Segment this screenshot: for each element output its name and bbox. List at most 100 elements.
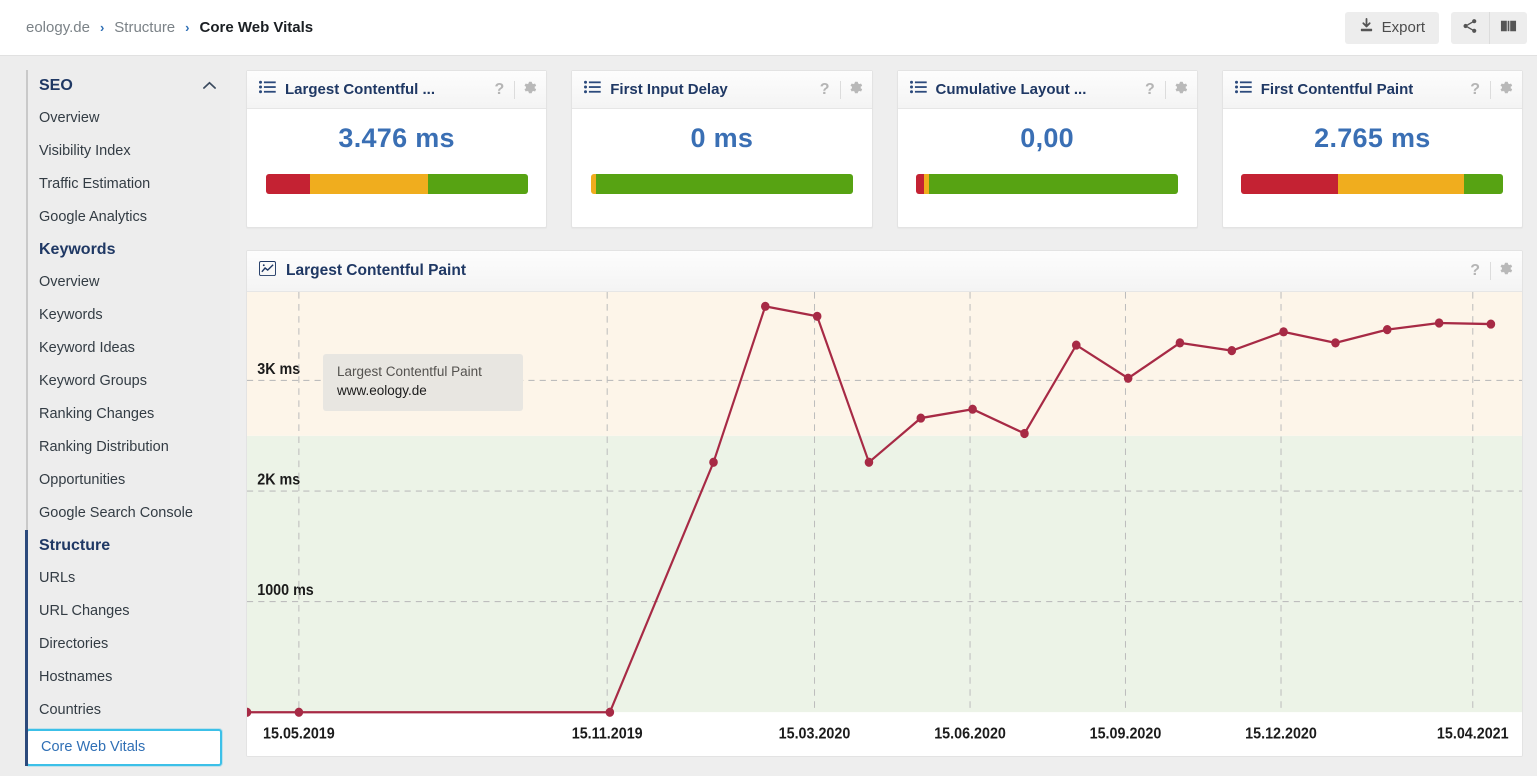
legend-domain-label: www.eology.de	[337, 383, 427, 398]
chart-data-point[interactable]	[968, 404, 977, 414]
metric-card: First Input Delay? 0 ms	[571, 70, 873, 228]
question-icon[interactable]: ?	[1466, 262, 1484, 280]
sidebar-group-header-structure[interactable]: Structure	[0, 530, 230, 562]
main-content: Largest Contentful ...? 3.476 ms First Inp…	[230, 56, 1537, 776]
breadcrumb: eology.de › Structure › Core Web Vitals	[26, 19, 313, 36]
chart-data-point[interactable]	[916, 413, 926, 423]
sidebar-group-indent	[26, 234, 28, 530]
chart-data-point[interactable]	[1227, 346, 1237, 356]
chart-data-point[interactable]	[1331, 338, 1340, 348]
bar-segment	[1464, 174, 1504, 194]
sidebar-item-traffic-estimation[interactable]: Traffic Estimation	[0, 168, 230, 201]
chart-data-point[interactable]	[864, 457, 874, 467]
metric-card-tools: ?	[1466, 79, 1514, 101]
metric-card-row: Largest Contentful ...? 3.476 ms First Inp…	[246, 70, 1523, 228]
sidebar-group-header-seo[interactable]: SEO	[0, 70, 230, 102]
sidebar-item-google-search-console[interactable]: Google Search Console	[0, 497, 230, 530]
breadcrumb-item-site[interactable]: eology.de	[26, 19, 90, 36]
sidebar-group-seo: SEO Overview Visibility Index Traffic Estim…	[0, 70, 230, 234]
chart-data-point[interactable]	[1175, 338, 1185, 348]
metric-card-tools: ?	[816, 79, 864, 101]
metric-value: 3.476 ms	[338, 123, 455, 153]
sidebar-group-label: Keywords	[39, 241, 116, 258]
export-label: Export	[1381, 19, 1425, 36]
sidebar-item-keyword-ideas[interactable]: Keyword Ideas	[0, 332, 230, 365]
gear-icon[interactable]	[1497, 79, 1514, 101]
metric-card: Largest Contentful ...? 3.476 ms	[246, 70, 548, 228]
sidebar-group-header-keywords[interactable]: Keywords	[0, 234, 230, 266]
gear-icon[interactable]	[1172, 79, 1189, 101]
chart-panel-header: Largest Contentful Paint ?	[247, 251, 1522, 292]
bar-segment	[1338, 174, 1465, 194]
breadcrumb-item-structure[interactable]: Structure	[114, 19, 175, 36]
metric-card: First Contentful Paint? 2.765 ms	[1221, 70, 1523, 228]
chart-data-point[interactable]	[1071, 340, 1081, 350]
chart-data-point[interactable]	[605, 707, 615, 717]
divider	[1490, 80, 1491, 99]
sidebar-group-structure: Structure URLs URL Changes Directories Hostn…	[0, 530, 230, 766]
chart-data-point[interactable]	[812, 311, 822, 321]
metric-card-title: Cumulative Layout ...	[935, 81, 1087, 98]
chart-data-point[interactable]	[760, 301, 770, 311]
export-button[interactable]: Export	[1344, 11, 1439, 44]
sidebar-item-opportunities[interactable]: Opportunities	[0, 464, 230, 497]
sidebar-item-ranking-changes[interactable]: Ranking Changes	[0, 398, 230, 431]
chart-plot-area[interactable]: 1000 ms 2K ms 3K ms 15.05.2019 15.11.2019 15.…	[247, 292, 1522, 756]
sidebar-group-indent	[26, 70, 28, 234]
chart-data-point[interactable]	[1486, 319, 1496, 329]
chart-data-point[interactable]	[294, 707, 304, 717]
metric-card-body: 3.476 ms	[247, 109, 546, 227]
chart-xtick-label: 15.12.2020	[1245, 726, 1317, 743]
question-icon[interactable]: ?	[1466, 81, 1484, 99]
manual-button[interactable]	[1489, 11, 1527, 44]
chart-data-point[interactable]	[1434, 318, 1444, 328]
metric-distribution-bar	[590, 174, 853, 194]
sidebar-item-ranking-distribution[interactable]: Ranking Distribution	[0, 431, 230, 464]
chart-data-point[interactable]	[1279, 327, 1288, 337]
sidebar-group-label: Structure	[39, 537, 111, 554]
sidebar-item-countries[interactable]: Countries	[0, 694, 230, 727]
sidebar-item-directories[interactable]: Directories	[0, 628, 230, 661]
sidebar-item-overview[interactable]: Overview	[0, 102, 230, 135]
metric-distribution-bar	[916, 174, 1179, 194]
sidebar-group-keywords: Keywords Overview Keywords Keyword Ideas Key…	[0, 234, 230, 530]
chart-xtick-label: 15.11.2019	[572, 726, 643, 743]
sidebar-item-visibility-index[interactable]: Visibility Index	[0, 135, 230, 168]
chart-xtick-label: 15.05.2019	[263, 726, 335, 743]
chart-data-point[interactable]	[709, 457, 718, 467]
metric-distribution-bar	[265, 174, 528, 194]
sidebar-item-keyword-groups[interactable]: Keyword Groups	[0, 365, 230, 398]
metric-card-tools: ?	[490, 79, 538, 101]
metric-card-header: First Contentful Paint?	[1222, 71, 1522, 109]
metric-card-title: Largest Contentful ...	[285, 81, 435, 98]
sidebar-item-overview[interactable]: Overview	[0, 266, 230, 299]
sidebar-item-url-changes[interactable]: URL Changes	[0, 595, 230, 628]
chart-xtick-label: 15.09.2020	[1090, 726, 1162, 743]
bar-segment	[428, 174, 528, 194]
divider	[1164, 80, 1166, 99]
gear-icon[interactable]	[1497, 260, 1514, 282]
sidebar-item-keywords[interactable]: Keywords	[0, 299, 230, 332]
chart-data-point[interactable]	[1123, 373, 1133, 383]
question-icon[interactable]: ?	[1141, 81, 1159, 99]
metric-card-body: 2.765 ms	[1223, 109, 1522, 227]
bar-segment	[1241, 174, 1339, 194]
chart-data-point[interactable]	[1382, 325, 1392, 335]
sidebar-item-google-analytics[interactable]: Google Analytics	[0, 201, 230, 234]
sidebar-item-hostnames[interactable]: Hostnames	[0, 661, 230, 694]
question-icon[interactable]: ?	[490, 81, 508, 99]
share-button[interactable]	[1451, 12, 1489, 44]
sidebar-item-core-web-vitals[interactable]: Core Web Vitals	[26, 729, 222, 766]
sidebar-item-urls[interactable]: URLs	[0, 562, 230, 595]
chart-band-good	[247, 435, 1522, 713]
breadcrumb-item-current: Core Web Vitals	[199, 19, 314, 36]
chart-xaxis-strip	[247, 712, 1522, 756]
question-icon[interactable]: ?	[816, 81, 834, 99]
divider	[514, 80, 516, 99]
chart-legend: Largest Contentful Paint www.eology.de	[323, 354, 523, 411]
chevron-up-icon[interactable]	[203, 79, 216, 93]
gear-icon[interactable]	[521, 79, 538, 101]
gear-icon[interactable]	[847, 79, 864, 101]
chart-data-point[interactable]	[1020, 428, 1029, 439]
metric-card-body: 0,00	[898, 109, 1197, 227]
